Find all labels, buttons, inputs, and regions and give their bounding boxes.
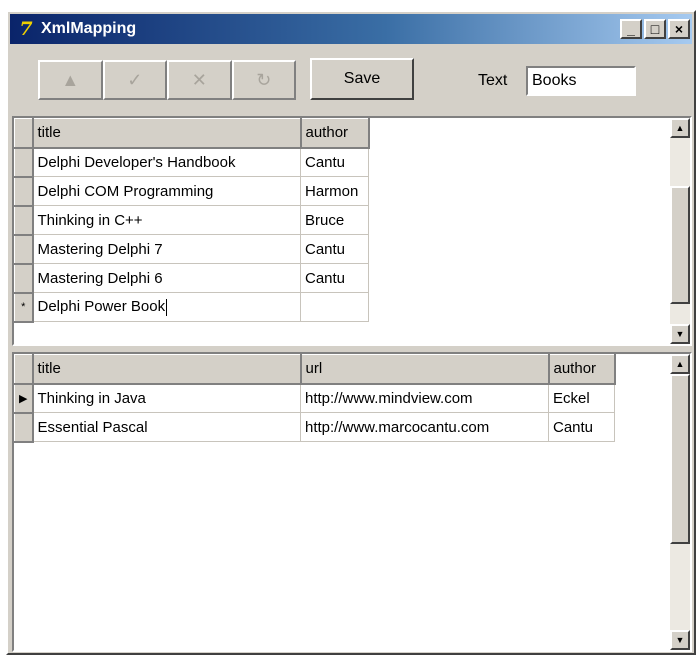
cell-title[interactable]: Delphi COM Programming: [32, 176, 301, 206]
text-input[interactable]: [526, 66, 636, 96]
scroll-up-button[interactable]: ▲: [670, 354, 690, 374]
text-cursor: [166, 298, 168, 316]
cell-title[interactable]: Delphi Developer's Handbook: [32, 147, 301, 177]
cell-author[interactable]: Harmon: [300, 176, 369, 206]
cell-author[interactable]: Bruce: [300, 205, 369, 235]
x-icon: ✕: [191, 69, 207, 90]
row-indicator[interactable]: [14, 263, 34, 294]
maximize-button[interactable]: □: [644, 19, 666, 39]
cell-title[interactable]: Mastering Delphi 6: [32, 263, 301, 293]
current-row-indicator[interactable]: *: [14, 292, 34, 323]
save-button[interactable]: Save: [310, 58, 414, 100]
column-header-title[interactable]: title: [32, 354, 302, 385]
table-row[interactable]: Mastering Delphi 6 Cantu: [14, 263, 369, 294]
cell-author[interactable]: Cantu: [300, 234, 369, 264]
books-grid[interactable]: title author Delphi Developer's Handbook…: [12, 116, 692, 346]
row-indicator[interactable]: [14, 205, 34, 236]
scroll-thumb[interactable]: [670, 186, 690, 304]
close-button[interactable]: ×: [668, 19, 690, 39]
cell-author[interactable]: Cantu: [300, 147, 369, 177]
table-row[interactable]: Essential Pascal http://www.marcocantu.c…: [14, 412, 615, 443]
books-table: title author Delphi Developer's Handbook…: [14, 118, 370, 323]
vertical-scrollbar[interactable]: ▲ ▼: [670, 118, 690, 344]
scroll-thumb[interactable]: [670, 374, 690, 544]
minimize-button[interactable]: _: [620, 19, 642, 39]
cell-title[interactable]: Mastering Delphi 7: [32, 234, 301, 264]
cell-title[interactable]: Thinking in C++: [32, 205, 301, 235]
triangle-up-icon: ▲: [61, 69, 80, 90]
arrow-up-icon: ▲: [675, 359, 685, 369]
header-row: title author: [14, 118, 370, 149]
cell-url[interactable]: http://www.mindview.com: [300, 383, 549, 413]
cell-title[interactable]: Thinking in Java: [32, 383, 301, 413]
window-title: XmlMapping: [41, 20, 137, 37]
title-bar[interactable]: 7 XmlMapping _ □ ×: [10, 14, 692, 44]
column-header-author[interactable]: author: [300, 118, 370, 149]
checkmark-icon: ✓: [127, 69, 143, 90]
cell-url[interactable]: http://www.marcocantu.com: [300, 412, 549, 442]
cell-author[interactable]: Eckel: [548, 383, 615, 413]
cell-title-editing[interactable]: Delphi Power Book: [32, 292, 301, 322]
refresh-icon: ↻: [256, 69, 272, 90]
links-grid[interactable]: title url author ▶ Thinking in Java http…: [12, 352, 692, 652]
arrow-up-icon: ▲: [675, 123, 685, 133]
column-header-title[interactable]: title: [32, 118, 302, 149]
delphi-app-icon: 7: [19, 18, 33, 40]
cell-author[interactable]: Cantu: [300, 263, 369, 293]
table-row[interactable]: Delphi COM Programming Harmon: [14, 176, 369, 207]
scroll-down-button[interactable]: ▼: [670, 630, 690, 650]
arrow-down-icon: ▼: [675, 329, 685, 339]
table-row[interactable]: ▶ Thinking in Java http://www.mindview.c…: [14, 383, 615, 414]
cell-author[interactable]: [300, 292, 369, 322]
vertical-scrollbar[interactable]: ▲ ▼: [670, 354, 690, 650]
header-row: title url author: [14, 354, 616, 385]
column-header-url[interactable]: url: [300, 354, 550, 385]
cell-title[interactable]: Essential Pascal: [32, 412, 301, 442]
cancel-edit-button[interactable]: ✕: [167, 60, 232, 100]
table-row[interactable]: Mastering Delphi 7 Cantu: [14, 234, 369, 265]
column-header-author[interactable]: author: [548, 354, 616, 385]
table-row-editing[interactable]: * Delphi Power Book: [14, 292, 369, 323]
row-indicator-header: [14, 118, 34, 149]
refresh-button[interactable]: ↻: [231, 60, 296, 100]
toolbar: ▲ ✓ ✕ ↻ Save Text: [8, 46, 694, 114]
table-row[interactable]: Delphi Developer's Handbook Cantu: [14, 147, 369, 178]
text-label: Text: [478, 72, 508, 89]
post-edit-button[interactable]: ✓: [102, 60, 167, 100]
cell-title-value: Delphi Power Book: [37, 298, 166, 316]
current-row-indicator[interactable]: ▶: [14, 383, 34, 414]
db-navigator: ▲ ✓ ✕ ↻: [38, 60, 296, 100]
scroll-down-button[interactable]: ▼: [670, 324, 690, 344]
scroll-up-button[interactable]: ▲: [670, 118, 690, 138]
row-indicator[interactable]: [14, 234, 34, 265]
row-indicator[interactable]: [14, 412, 34, 443]
row-indicator[interactable]: [14, 176, 34, 207]
table-row[interactable]: Thinking in C++ Bruce: [14, 205, 369, 236]
insert-record-button[interactable]: ▲: [38, 60, 103, 100]
cell-author[interactable]: Cantu: [548, 412, 615, 442]
row-indicator-header: [14, 354, 34, 385]
links-table: title url author ▶ Thinking in Java http…: [14, 354, 616, 443]
arrow-down-icon: ▼: [675, 635, 685, 645]
row-indicator[interactable]: [14, 147, 34, 178]
main-window: 7 XmlMapping _ □ × ▲ ✓ ✕ ↻ Save Text Boo…: [6, 10, 696, 655]
